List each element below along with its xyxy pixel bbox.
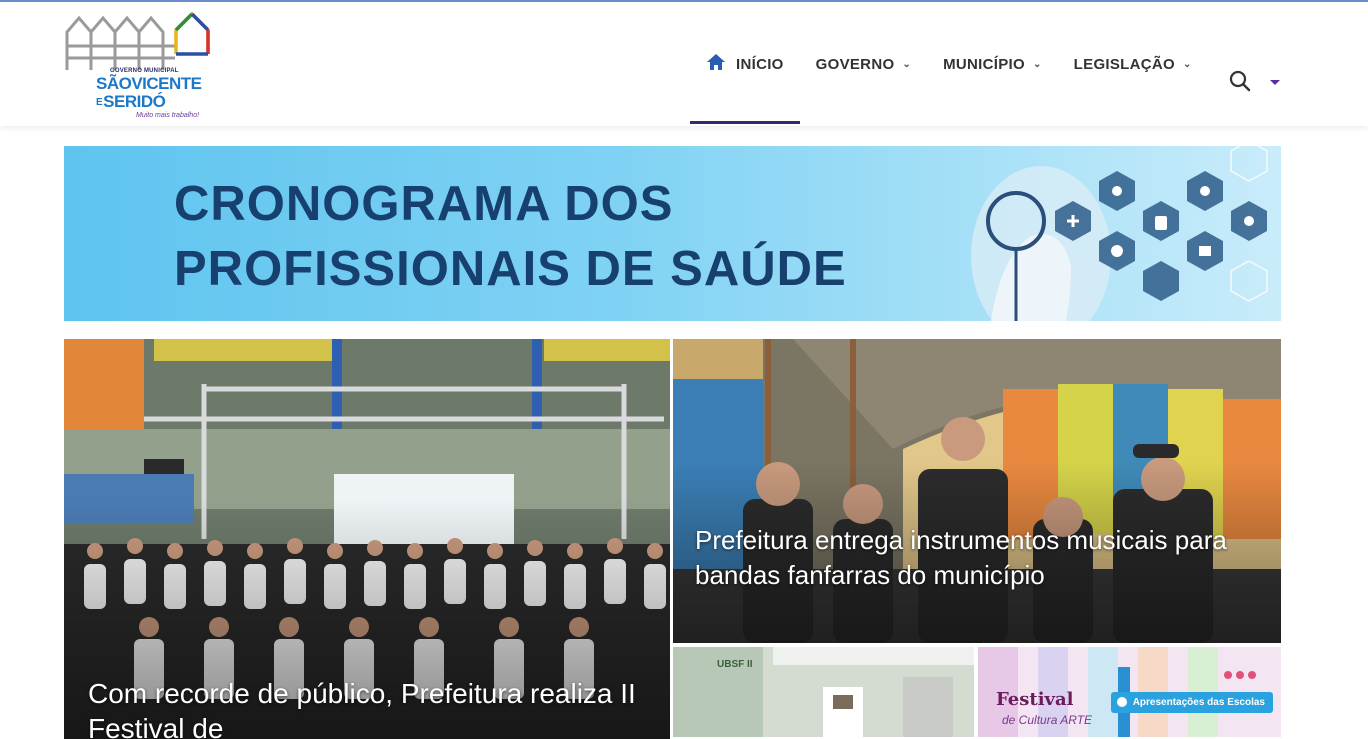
logo-name-line1: SÃOVICENTE xyxy=(96,74,202,93)
news-card-ubsf[interactable]: UBSF II xyxy=(673,647,974,737)
festival-logo-text: Festival xyxy=(996,689,1074,710)
houses-logo-icon xyxy=(65,11,210,70)
nav-item-governo[interactable]: GOVERNO ⌄ xyxy=(800,2,927,126)
festival-subtitle: de Cultura ARTE xyxy=(1002,713,1093,727)
site-header: GOVERNO MUNICIPAL SÃOVICENTE ESERIDÓ Mui… xyxy=(0,2,1368,126)
logo-name-line2: ESERIDÓ xyxy=(96,92,166,112)
chevron-down-icon: ⌄ xyxy=(1183,58,1192,70)
health-schedule-banner[interactable]: CRONOGRAMA DOS PROFISSIONAIS DE SAÚDE xyxy=(64,146,1281,321)
banner-title-line1: CRONOGRAMA DOS xyxy=(174,177,674,231)
medical-hexagon-icons xyxy=(971,146,1268,321)
chevron-down-icon: ⌄ xyxy=(1032,58,1042,70)
chevron-down-icon: ⌄ xyxy=(902,58,912,70)
nav-item-legislacao[interactable]: LEGISLAÇÃO ⌄ xyxy=(1058,2,1208,126)
home-icon xyxy=(706,53,726,75)
nav-label-legislacao: LEGISLAÇÃO xyxy=(1073,55,1176,73)
news-card-festival[interactable]: Com recorde de público, Prefeitura reali… xyxy=(64,339,670,739)
caret-down-icon[interactable] xyxy=(1270,80,1280,85)
search-icon[interactable] xyxy=(1229,70,1251,97)
news-title-festival[interactable]: Com recorde de público, Prefeitura reali… xyxy=(88,676,648,739)
news-title-instrumentos[interactable]: Prefeitura entrega instrumentos musicais… xyxy=(695,523,1255,593)
nav-label-inicio: INÍCIO xyxy=(736,55,784,73)
banner-title-line2: PROFISSIONAIS DE SAÚDE xyxy=(174,242,847,296)
nav-item-municipio[interactable]: MUNICÍPIO ⌄ xyxy=(927,2,1058,126)
site-logo[interactable]: GOVERNO MUNICIPAL SÃOVICENTE ESERIDÓ Mui… xyxy=(64,8,214,123)
apresentacoes-badge: Apresentações das Escolas xyxy=(1110,692,1273,713)
main-navigation: INÍCIO GOVERNO ⌄ MUNICÍPIO ⌄ LEGISLAÇÃO … xyxy=(690,2,1208,126)
news-card-festival-cultura[interactable]: Festival de Cultura ARTE Apresentações d… xyxy=(978,647,1281,737)
ubsf-sign: UBSF II xyxy=(717,659,753,670)
logo-name-seridó: SERIDÓ xyxy=(103,92,166,111)
logo-connector: E xyxy=(96,97,103,109)
nav-label-governo: GOVERNO xyxy=(815,55,895,73)
news-card-instrumentos[interactable]: Prefeitura entrega instrumentos musicais… xyxy=(673,339,1281,643)
nav-label-municipio: MUNICÍPIO xyxy=(943,55,1025,73)
nav-item-inicio[interactable]: INÍCIO xyxy=(690,2,800,126)
logo-slogan: Muito mais trabalho! xyxy=(136,112,200,119)
